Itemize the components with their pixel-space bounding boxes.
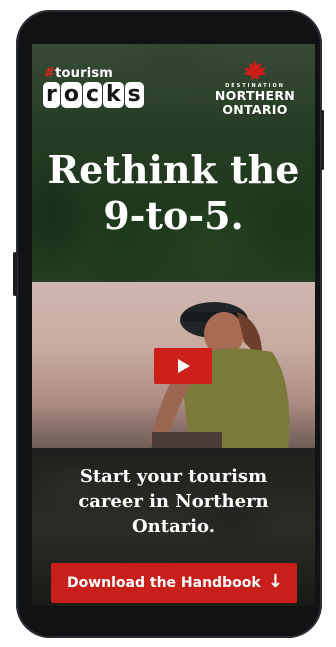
rocks-logo[interactable]: r o c k s: [43, 82, 144, 108]
logo-letter: s: [124, 82, 144, 108]
logo-letter: o: [60, 82, 82, 108]
phone-screen: #tourism r o c k s DESTINATION NORTHERN …: [32, 44, 315, 606]
play-icon: [178, 359, 190, 373]
download-handbook-label: Download the Handbook: [67, 575, 261, 591]
tourism-hashtag: #tourism: [44, 66, 113, 81]
ontario-label: ONTARIO: [222, 102, 288, 117]
logo-letter: c: [82, 82, 103, 108]
arrow-down-icon: ↓: [267, 571, 283, 592]
hashtag-word: tourism: [55, 66, 114, 81]
subheadline: Start your tourism career in Northern On…: [52, 464, 295, 539]
logo-letter: k: [103, 82, 124, 108]
phone-side-button: [13, 252, 17, 296]
phone-side-button: [321, 110, 324, 170]
download-handbook-button[interactable]: Download the Handbook ↓: [51, 563, 297, 603]
headline-line: Rethink the: [47, 147, 300, 192]
maple-leaf-icon: [243, 60, 267, 80]
hashtag-symbol: #: [44, 66, 56, 81]
subheadline-line: career in Northern: [78, 491, 269, 512]
destination-northern-ontario-logo[interactable]: DESTINATION NORTHERN ONTARIO: [205, 60, 305, 117]
northern-label: NORTHERN: [214, 88, 296, 103]
logo-letter: r: [43, 82, 60, 108]
subheadline-line: Start your tourism: [79, 466, 268, 487]
subheadline-line: Ontario.: [131, 516, 216, 537]
play-button[interactable]: [154, 348, 212, 384]
headline-line: 9-to-5.: [103, 193, 244, 238]
hero-headline: Rethink the 9-to-5.: [32, 147, 315, 239]
